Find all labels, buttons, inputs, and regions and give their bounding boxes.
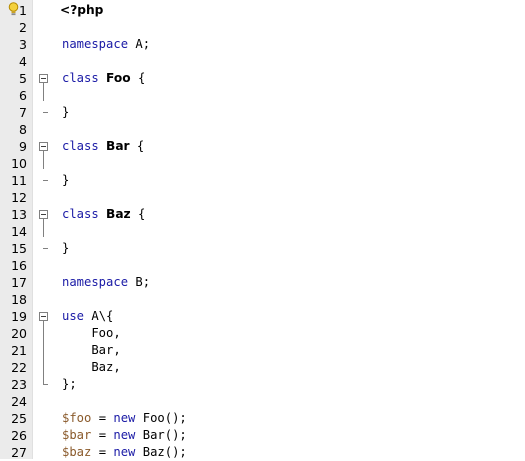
variable: $foo (62, 411, 92, 425)
code-line: } (62, 240, 69, 257)
keyword: new (113, 445, 136, 459)
code-text: Foo(); (135, 411, 187, 425)
lightbulb-icon[interactable] (8, 2, 19, 16)
code-text: { (129, 139, 145, 153)
class-name: Bar (106, 139, 130, 153)
code-text: B; (128, 275, 151, 289)
code-line: Bar, (62, 342, 121, 359)
line-number-gutter[interactable]: 1 2 3 4 5 6 7 8 9 10 11 12 13 14 15 16 1… (0, 0, 33, 460)
fold-collapse-icon[interactable] (39, 312, 48, 321)
line-number: 12 (11, 190, 27, 205)
code-text: Baz, (62, 360, 121, 374)
code-line: class Bar { (62, 138, 144, 155)
fold-guide-line (43, 151, 44, 169)
fold-collapse-icon[interactable] (39, 142, 48, 151)
line-number: 27 (11, 445, 27, 460)
line-number: 25 (11, 411, 27, 426)
code-text: A; (128, 37, 151, 51)
fold-end-marker (43, 112, 48, 113)
line-number: 7 (19, 105, 27, 120)
code-text: } (62, 241, 70, 255)
code-text: A\{ (84, 309, 114, 323)
line-number: 15 (11, 241, 27, 256)
code-line: }; (62, 376, 77, 393)
line-number: 17 (11, 275, 27, 290)
code-text: { (130, 207, 146, 221)
line-number: 8 (19, 122, 27, 137)
keyword: new (113, 428, 136, 442)
line-number: 24 (11, 394, 27, 409)
keyword: class (62, 71, 99, 85)
line-number: 23 (11, 377, 27, 392)
line-number: 9 (19, 139, 27, 154)
variable: $bar (62, 428, 92, 442)
line-number: 18 (11, 292, 27, 307)
line-number: 14 (11, 224, 27, 239)
class-name: Foo (106, 71, 131, 85)
code-text: Foo, (62, 326, 121, 340)
keyword: namespace (62, 275, 129, 289)
code-text: }; (62, 377, 77, 391)
line-number: 6 (19, 88, 27, 103)
code-line: class Foo { (62, 70, 145, 87)
line-number: 5 (19, 71, 27, 86)
line-number: 16 (11, 258, 27, 273)
line-number: 2 (19, 20, 27, 35)
code-line: $baz = new Baz(); (62, 444, 187, 461)
code-line: } (62, 104, 69, 121)
code-text: Bar(); (135, 428, 187, 442)
fold-guide-line (43, 219, 44, 237)
fold-guide-line (43, 83, 44, 101)
code-line: Foo, (62, 325, 121, 342)
code-line: use A\{ (62, 308, 113, 325)
line-number: 3 (19, 37, 27, 52)
fold-end-marker (43, 180, 48, 181)
code-text: } (62, 173, 70, 187)
fold-guide-line (43, 321, 44, 385)
code-editor[interactable]: 1 2 3 4 5 6 7 8 9 10 11 12 13 14 15 16 1… (0, 0, 525, 461)
code-line: namespace A; (62, 36, 150, 53)
fold-collapse-icon[interactable] (39, 210, 48, 219)
line-number: 4 (19, 54, 27, 69)
code-text: Baz(); (135, 445, 187, 459)
fold-end-marker (43, 384, 48, 385)
keyword: new (113, 411, 136, 425)
code-text-area[interactable]: <?php namespace A; class Foo { } class B… (60, 0, 525, 461)
code-text: = (91, 445, 114, 459)
code-text: Bar, (62, 343, 121, 357)
keyword: namespace (62, 37, 129, 51)
line-number: 21 (11, 343, 27, 358)
code-line: } (62, 172, 69, 189)
code-line: Baz, (62, 359, 121, 376)
fold-collapse-icon[interactable] (39, 74, 48, 83)
fold-end-marker (43, 248, 48, 249)
keyword: class (62, 207, 99, 221)
line-number: 20 (11, 326, 27, 341)
line-number: 13 (11, 207, 27, 222)
class-name: Baz (106, 207, 131, 221)
line-number: 22 (11, 360, 27, 375)
code-line: $bar = new Bar(); (62, 427, 187, 444)
code-fold-margin (33, 0, 55, 459)
code-line: $foo = new Foo(); (62, 410, 187, 427)
code-text: { (130, 71, 146, 85)
php-open-tag: <?php (60, 3, 104, 17)
line-number: 11 (11, 173, 27, 188)
code-line: namespace B; (62, 274, 150, 291)
code-line: class Baz { (62, 206, 145, 223)
code-text: } (62, 105, 70, 119)
variable: $baz (62, 445, 92, 459)
line-number: 19 (11, 309, 27, 324)
line-number: 10 (11, 156, 27, 171)
code-text: = (91, 411, 114, 425)
keyword: class (62, 139, 99, 153)
keyword: use (62, 309, 85, 323)
code-text: = (91, 428, 114, 442)
line-number: 26 (11, 428, 27, 443)
code-line: <?php (60, 2, 103, 19)
